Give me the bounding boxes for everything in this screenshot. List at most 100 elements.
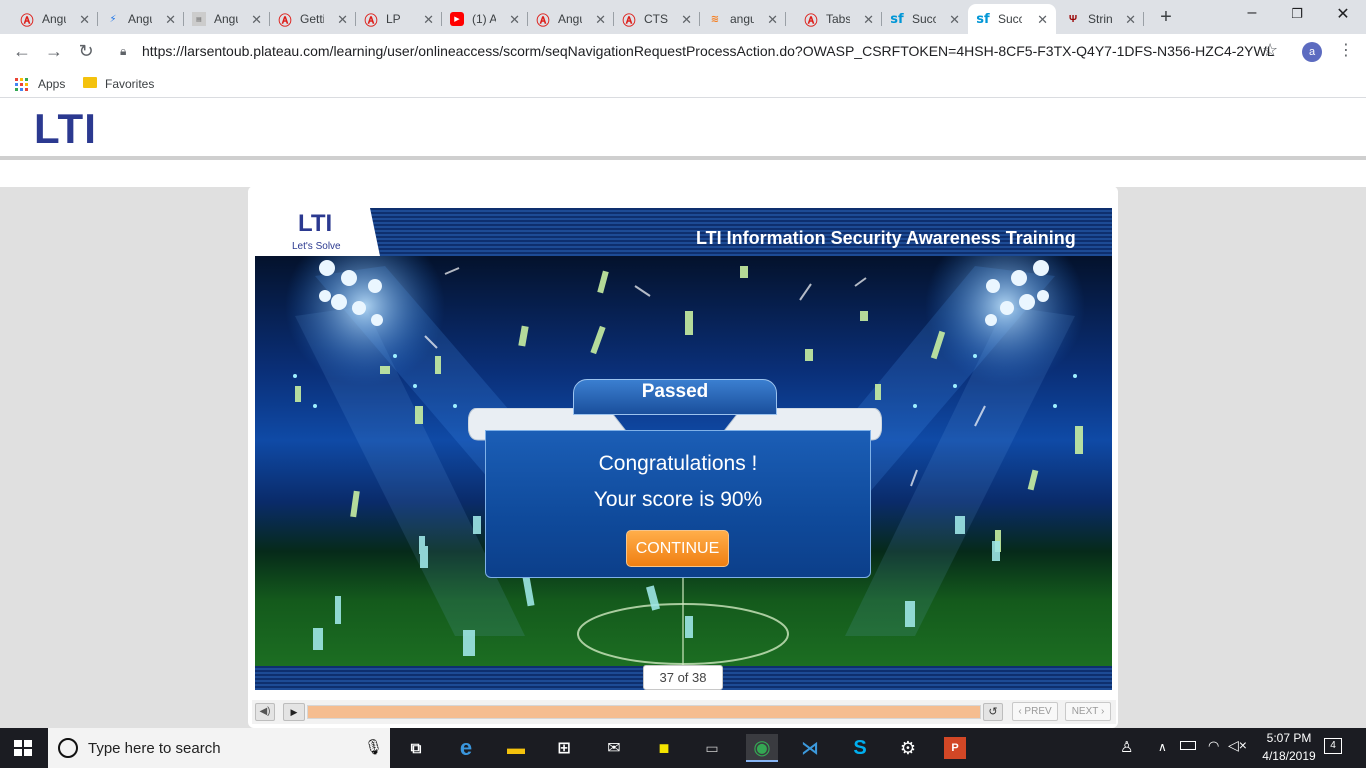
angular-icon: Ⓐ bbox=[804, 12, 818, 28]
play-icon[interactable]: ▶ bbox=[283, 703, 305, 721]
slide-counter: 37 of 38 bbox=[643, 665, 723, 690]
close-icon[interactable]: ✕ bbox=[423, 12, 434, 28]
browser-tab[interactable]: ▶ (1) A ✕ bbox=[442, 4, 528, 34]
address-bar[interactable]: https://larsentoub.plateau.com/learning/… bbox=[142, 43, 1275, 59]
browser-tab-active[interactable]: sf Succ ✕ bbox=[968, 4, 1056, 34]
mail-icon[interactable]: ✉ bbox=[600, 734, 628, 762]
clock-date[interactable]: 4/18/2019 bbox=[1250, 749, 1328, 763]
close-icon[interactable]: ✕ bbox=[165, 12, 176, 28]
profile-avatar[interactable]: a bbox=[1302, 42, 1322, 62]
wifi-icon[interactable]: ◠ bbox=[1208, 738, 1219, 754]
progress-bar[interactable] bbox=[307, 705, 981, 719]
bookmarks-bar: Apps Favorites bbox=[0, 70, 1366, 98]
clock-time[interactable]: 5:07 PM bbox=[1257, 731, 1321, 745]
cortana-icon bbox=[58, 738, 78, 758]
result-banner: Passed bbox=[573, 379, 777, 415]
sticky-notes-icon[interactable]: ■ bbox=[650, 734, 678, 762]
youtube-icon: ▶ bbox=[450, 12, 464, 26]
back-icon[interactable]: ← bbox=[11, 41, 33, 62]
bookmark-star-icon[interactable]: ☆ bbox=[1262, 40, 1278, 61]
close-icon[interactable]: ✕ bbox=[79, 12, 90, 28]
restore-icon[interactable]: ❐ bbox=[1287, 6, 1307, 22]
vscode-icon[interactable]: ⋊ bbox=[796, 734, 824, 762]
continue-button[interactable]: CONTINUE bbox=[626, 530, 729, 567]
browser-tab[interactable]: ▤Angu✕ bbox=[184, 4, 270, 34]
close-icon[interactable]: ✕ bbox=[863, 12, 874, 28]
edge-icon[interactable]: e bbox=[452, 734, 480, 762]
course-title: LTI Information Security Awareness Train… bbox=[696, 228, 1076, 248]
browser-tab[interactable]: ⒶAngu✕ bbox=[12, 4, 98, 34]
course-logo-tagline: Let's Solve bbox=[292, 241, 341, 252]
browser-tab[interactable]: sf Succ ✕ bbox=[882, 4, 968, 34]
angular-icon: Ⓐ bbox=[364, 12, 378, 28]
angular-icon: Ⓐ bbox=[536, 12, 550, 28]
browser-tab[interactable]: ⚡Angu✕ bbox=[98, 4, 184, 34]
result-banner-text: Passed bbox=[641, 381, 709, 402]
folder-icon[interactable] bbox=[83, 77, 97, 88]
course-logo: LTI bbox=[298, 210, 333, 237]
file-explorer-icon[interactable]: ▬ bbox=[502, 734, 530, 762]
score-text: Your score is 90% bbox=[593, 488, 763, 511]
bookmark-apps[interactable]: Apps bbox=[38, 77, 65, 91]
people-icon[interactable]: ♙ bbox=[1120, 738, 1133, 756]
stackoverflow-icon: ≋ bbox=[710, 13, 720, 25]
lock-icon[interactable]: 🔒︎ bbox=[120, 44, 126, 59]
notification-center-icon[interactable]: 4 bbox=[1324, 738, 1342, 754]
close-icon[interactable]: ✕ bbox=[1125, 12, 1136, 28]
browser-tab[interactable]: Ⓐ Tabs ✕ bbox=[796, 4, 882, 34]
chrome-icon[interactable]: ◉ bbox=[746, 734, 778, 762]
close-icon[interactable]: ✕ bbox=[949, 12, 960, 28]
task-view-icon[interactable]: ⧉ bbox=[402, 734, 430, 762]
next-button[interactable]: NEXT › bbox=[1065, 702, 1111, 721]
bookmark-favorites[interactable]: Favorites bbox=[105, 77, 154, 91]
skype-icon[interactable]: S bbox=[846, 734, 874, 762]
browser-tab-strip: ⒶAngu✕ ⚡Angu✕ ▤Angu✕ ⒶGetti✕ ⒶLP✕ ▶(1) A… bbox=[0, 0, 1366, 34]
browser-tab[interactable]: Ψ Strin ✕ bbox=[1058, 4, 1144, 34]
close-window-icon[interactable]: ✕ bbox=[1333, 4, 1353, 24]
volume-icon[interactable]: ◀) bbox=[255, 703, 275, 721]
angular-icon: Ⓐ bbox=[622, 12, 636, 28]
bolt-icon: ⚡ bbox=[109, 13, 117, 25]
volume-muted-icon[interactable]: ◁× bbox=[1228, 737, 1247, 754]
browser-tab[interactable]: Ⓐ CTS ✕ bbox=[614, 4, 700, 34]
windows-start-icon[interactable] bbox=[14, 740, 32, 756]
page-icon: ▤ bbox=[192, 12, 206, 26]
progress-fill bbox=[308, 706, 980, 718]
close-icon[interactable]: ✕ bbox=[337, 12, 348, 28]
close-icon[interactable]: ✕ bbox=[595, 12, 606, 28]
sf-icon: sf bbox=[890, 11, 904, 27]
replay-icon[interactable]: ↺ bbox=[983, 703, 1003, 721]
tray-chevron-icon[interactable]: ∧ bbox=[1158, 740, 1167, 754]
sf-icon: sf bbox=[976, 11, 990, 27]
powerpoint-icon[interactable]: P bbox=[944, 737, 966, 759]
close-icon[interactable]: ✕ bbox=[251, 12, 262, 28]
apps-grid-icon[interactable] bbox=[15, 78, 28, 91]
new-tab-button[interactable]: + bbox=[1156, 6, 1176, 29]
battery-icon[interactable] bbox=[1180, 741, 1196, 750]
terminal-icon[interactable]: ▭ bbox=[698, 734, 726, 762]
site-logo[interactable]: LTI bbox=[34, 108, 97, 150]
congrats-heading: Congratulations ! bbox=[598, 452, 758, 475]
microphone-icon[interactable]: 🎙︎ bbox=[364, 738, 383, 756]
browser-tab[interactable]: Ⓐ LP ✕ bbox=[356, 4, 442, 34]
angular-icon: Ⓐ bbox=[278, 12, 292, 28]
close-icon[interactable]: ✕ bbox=[767, 12, 778, 28]
minimize-icon[interactable]: – bbox=[1242, 4, 1262, 22]
angular-icon: Ⓐ bbox=[20, 12, 34, 28]
store-icon[interactable]: ⊞ bbox=[550, 734, 578, 762]
browser-tab[interactable]: ⒶAngu✕ bbox=[528, 4, 614, 34]
forward-icon[interactable]: → bbox=[43, 41, 65, 62]
reload-icon[interactable]: ↻ bbox=[75, 41, 97, 62]
site-header bbox=[0, 102, 1366, 156]
browser-tab[interactable]: ≋ angu ✕ bbox=[700, 4, 786, 34]
browser-tab[interactable]: Ⓐ Getti ✕ bbox=[270, 4, 356, 34]
taskbar-search-placeholder[interactable]: Type here to search bbox=[88, 740, 221, 757]
prev-button[interactable]: ‹ PREV bbox=[1012, 702, 1058, 721]
menu-kebab-icon[interactable]: ⋮ bbox=[1338, 40, 1354, 60]
close-icon[interactable]: ✕ bbox=[681, 12, 692, 28]
close-icon[interactable]: ✕ bbox=[1037, 12, 1048, 28]
settings-icon[interactable]: ⚙ bbox=[894, 734, 922, 762]
close-icon[interactable]: ✕ bbox=[509, 12, 520, 28]
trident-icon: Ψ bbox=[1068, 13, 1078, 25]
browser-toolbar: ← → ↻ 🔒︎ https://larsentoub.plateau.com/… bbox=[0, 34, 1366, 70]
